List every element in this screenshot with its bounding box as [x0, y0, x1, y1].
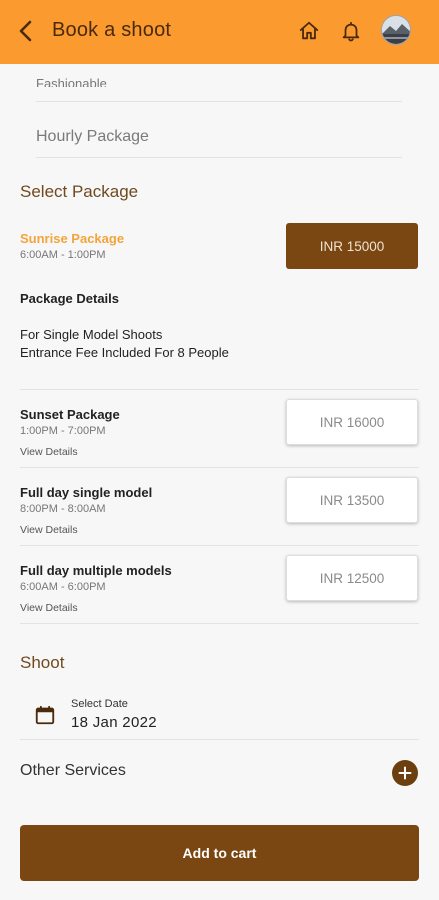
divider [36, 101, 402, 102]
view-details-link[interactable]: View Details [20, 524, 78, 536]
view-details-link[interactable]: View Details [20, 446, 78, 458]
package-name-selected[interactable]: Sunrise Package [20, 231, 124, 246]
divider [20, 739, 419, 740]
avatar[interactable] [381, 15, 411, 45]
other-services-label: Other Services [20, 762, 126, 779]
home-button[interactable] [296, 18, 322, 44]
chevron-left-icon [19, 20, 32, 42]
add-other-services-button[interactable] [392, 760, 418, 786]
home-icon [299, 21, 319, 40]
notifications-button[interactable] [338, 18, 364, 44]
bell-icon [342, 21, 360, 42]
divider [20, 623, 419, 624]
page-title: Book a shoot [52, 19, 172, 41]
price-button[interactable]: INR 12500 [286, 555, 418, 601]
booking-type-partial[interactable]: Fashionable [36, 77, 107, 87]
divider [20, 545, 419, 546]
booking-type-hourly[interactable]: Hourly Package [36, 128, 149, 146]
package-name[interactable]: Sunset Package [20, 407, 120, 422]
package-detail-line: For Single Model Shoots [20, 327, 163, 342]
add-to-cart-button[interactable]: Add to cart [20, 825, 419, 881]
package-time: 6:00AM - 6:00PM [20, 581, 106, 593]
package-details-title: Package Details [20, 291, 120, 306]
package-name[interactable]: Full day multiple models [20, 563, 172, 578]
package-time-selected: 6:00AM - 1:00PM [20, 249, 106, 261]
date-value[interactable]: 18 Jan 2022 [71, 714, 157, 731]
price-button-selected[interactable]: INR 15000 [286, 223, 418, 269]
price-button[interactable]: INR 13500 [286, 477, 418, 523]
divider [20, 467, 419, 468]
back-button[interactable] [12, 17, 40, 45]
shoot-heading: Shoot [20, 653, 65, 672]
profile-photo-icon [382, 16, 410, 44]
divider [20, 389, 419, 390]
plus-icon [398, 766, 412, 780]
divider [36, 157, 402, 158]
package-detail-line: Entrance Fee Included For 8 People [20, 345, 229, 360]
app-screen: Book a shoot Fashionable Hourly Package … [0, 0, 439, 900]
package-time: 8:00PM - 8:00AM [20, 503, 106, 515]
app-header: Book a shoot [0, 0, 439, 64]
price-button[interactable]: INR 16000 [286, 399, 418, 445]
select-package-heading: Select Package [20, 182, 139, 201]
view-details-link[interactable]: View Details [20, 602, 78, 614]
calendar-icon [35, 705, 55, 725]
date-label: Select Date [71, 698, 128, 710]
package-name[interactable]: Full day single model [20, 485, 152, 500]
package-time: 1:00PM - 7:00PM [20, 425, 106, 437]
